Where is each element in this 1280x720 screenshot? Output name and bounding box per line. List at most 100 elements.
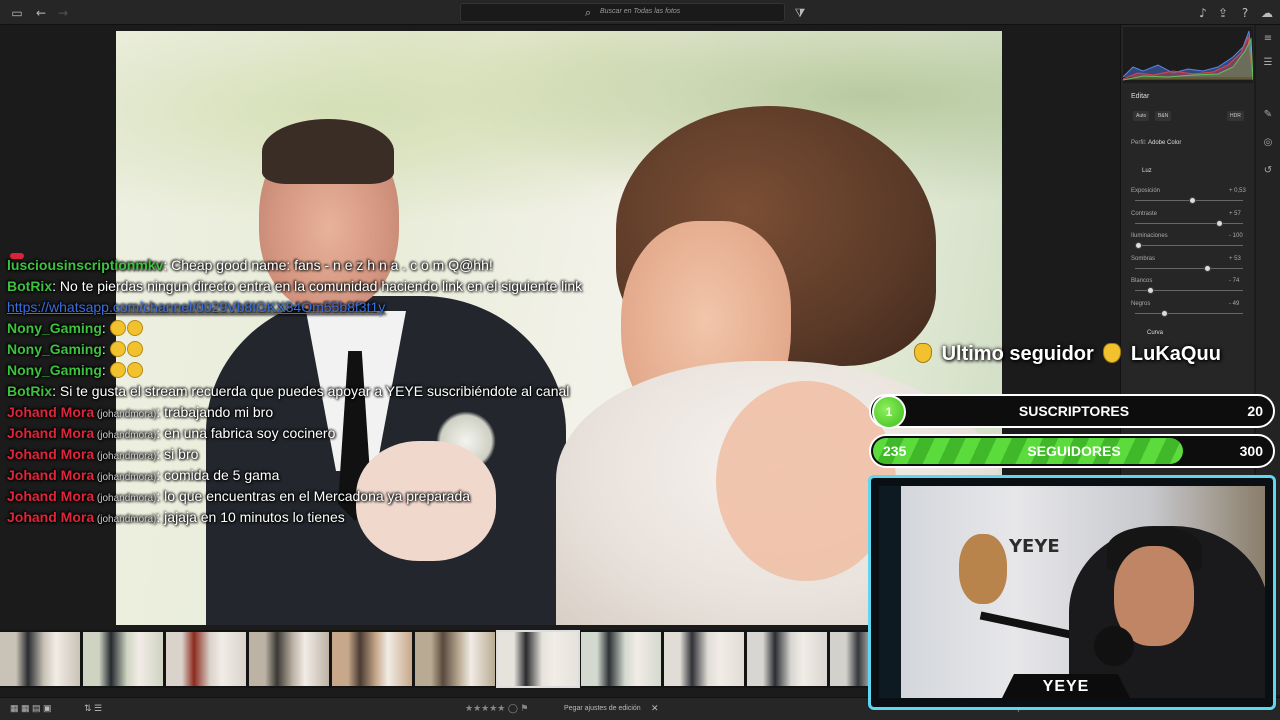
chat-text: : si bro xyxy=(156,446,199,462)
slider-value[interactable]: - 49 xyxy=(1229,301,1239,307)
chat-handle: (johandmora) xyxy=(94,514,157,525)
chat-text: : jajaja en 10 minutos lo tienes xyxy=(156,509,345,525)
chat-username[interactable]: Nony_Gaming xyxy=(7,320,102,336)
subscribers-goal: 20 xyxy=(1247,403,1263,419)
slider-handle[interactable] xyxy=(1135,242,1142,249)
search-placeholder: Buscar en Todas las fotos xyxy=(600,8,681,15)
notifications-icon[interactable]: ♪ xyxy=(1196,6,1210,20)
subscribers-label: SUSCRIPTORES xyxy=(1018,403,1130,419)
chat-username[interactable]: Johand Mora xyxy=(7,446,94,462)
curve-section-header[interactable]: Curva xyxy=(1147,330,1163,336)
chat-message: Johand Mora (johandmora): lo que encuent… xyxy=(7,486,657,507)
filter-icon[interactable]: ⧩ xyxy=(793,6,807,20)
slider-value[interactable]: - 100 xyxy=(1229,233,1243,239)
emote-icon xyxy=(109,320,126,336)
subscribers-count-badge: 1 xyxy=(872,395,906,429)
edit-icon[interactable]: ≡ xyxy=(1262,33,1274,45)
slider-value[interactable]: + 0,53 xyxy=(1229,188,1246,194)
chat-separator: : xyxy=(101,320,110,336)
forward-arrow-icon[interactable]: → xyxy=(56,6,70,20)
chat-username[interactable]: Johand Mora xyxy=(7,488,94,504)
hdr-button[interactable]: HDR xyxy=(1227,111,1244,121)
light-section-header[interactable]: Luz xyxy=(1142,168,1152,174)
slider-handle[interactable] xyxy=(1147,287,1155,294)
paste-settings-button[interactable]: Pegar ajustes de edición xyxy=(564,705,641,712)
slider-handle[interactable] xyxy=(1189,197,1197,204)
bw-button[interactable]: B&N xyxy=(1155,111,1172,121)
filmstrip-thumbnail[interactable] xyxy=(830,632,870,686)
chat-message: lusciousinscriptionmkv: Cheap good name:… xyxy=(7,255,657,276)
search-icon: ⌕ xyxy=(585,6,592,19)
streamer-nameplate: YEYE xyxy=(1001,674,1131,700)
chat-username[interactable]: Johand Mora xyxy=(7,404,94,420)
rating-stars[interactable]: ★★★★★ ◯ ⚑ xyxy=(465,703,528,714)
filmstrip-thumbnail[interactable] xyxy=(581,632,661,686)
adjustment-slider[interactable] xyxy=(1135,287,1243,294)
chat-username[interactable]: BotRix xyxy=(7,383,52,399)
adjustment-slider[interactable] xyxy=(1135,242,1243,249)
masking-icon[interactable]: ◎ xyxy=(1262,137,1274,149)
sort-icon[interactable]: ⇅ ☰ xyxy=(84,703,102,714)
filmstrip-thumbnail[interactable] xyxy=(0,632,80,686)
slider-value[interactable]: - 74 xyxy=(1229,278,1239,284)
filmstrip-thumbnail[interactable] xyxy=(664,632,744,686)
adjustment-slider[interactable] xyxy=(1135,219,1243,227)
adjustment-slider[interactable] xyxy=(1135,309,1243,317)
chat-username[interactable]: Johand Mora xyxy=(7,509,94,525)
slider-value[interactable]: + 53 xyxy=(1229,256,1241,262)
share-icon[interactable]: ⇪ xyxy=(1216,6,1230,20)
histogram xyxy=(1123,27,1253,83)
teddy-bear xyxy=(959,534,1007,604)
filmstrip xyxy=(0,630,870,688)
filmstrip-thumbnail[interactable] xyxy=(747,632,827,686)
filmstrip-thumbnail[interactable] xyxy=(83,632,163,686)
poster-text: YEYE xyxy=(1009,536,1060,557)
adjustment-slider[interactable] xyxy=(1135,197,1243,204)
sliders-icon[interactable]: ☰ xyxy=(1262,57,1274,69)
chat-username[interactable]: Johand Mora xyxy=(7,425,94,441)
auto-button[interactable]: Auto xyxy=(1133,111,1150,121)
slider-handle[interactable] xyxy=(1161,309,1168,317)
help-icon[interactable]: ? xyxy=(1238,6,1252,20)
chat-username[interactable]: lusciousinscriptionmkv xyxy=(7,257,163,273)
stream-chat-overlay: lusciousinscriptionmkv: Cheap good name:… xyxy=(7,255,657,528)
slider-label: Blancos xyxy=(1131,278,1153,284)
chat-handle: (johandmora) xyxy=(94,493,157,504)
chat-text: : trabajando mi bro xyxy=(156,404,274,420)
chat-username[interactable]: Nony_Gaming xyxy=(7,341,102,357)
chat-username[interactable]: Johand Mora xyxy=(7,467,94,483)
webcam-feed: YEYE xyxy=(879,486,1265,698)
chat-link[interactable]: https://whatsapp.com/channel/0029Vb8IGKX… xyxy=(7,299,385,315)
slider-handle[interactable] xyxy=(1216,219,1224,227)
emote-icon xyxy=(126,320,143,336)
filmstrip-thumbnail[interactable] xyxy=(332,632,412,686)
back-arrow-icon[interactable]: ← xyxy=(34,6,48,20)
profile-select[interactable]: Adobe Color xyxy=(1148,140,1181,146)
history-icon[interactable]: ↺ xyxy=(1262,165,1274,177)
panel-toggle-icon[interactable]: ▭ xyxy=(10,6,24,20)
cloud-icon[interactable]: ☁ xyxy=(1260,6,1274,20)
search-box[interactable]: ⌕ Buscar en Todas las fotos xyxy=(460,3,785,22)
close-icon[interactable]: ✕ xyxy=(651,703,659,714)
filmstrip-thumbnail[interactable] xyxy=(415,632,495,686)
chat-handle: (johandmora) xyxy=(94,409,157,420)
chat-separator: : xyxy=(101,341,110,357)
rock-hand-icon xyxy=(914,343,932,363)
chat-text: : lo que encuentras en el Mercadona ya p… xyxy=(156,488,471,504)
healing-icon[interactable]: ✎ xyxy=(1262,109,1274,121)
followers-goal: 300 xyxy=(1239,443,1263,459)
filmstrip-thumbnail[interactable] xyxy=(166,632,246,686)
grid-view-icon[interactable]: ▦ ▦ ▤ ▣ xyxy=(10,703,52,714)
followers-goal-bar: 235 SEGUIDORES 300 xyxy=(869,434,1275,468)
filmstrip-thumbnail[interactable] xyxy=(496,630,580,688)
webcam-side-bar xyxy=(879,486,901,698)
slider-value[interactable]: + 57 xyxy=(1229,211,1241,217)
filmstrip-thumbnail[interactable] xyxy=(249,632,329,686)
adjustment-slider[interactable] xyxy=(1135,264,1243,272)
subscribers-goal-bar: SUSCRIPTORES 20 xyxy=(869,394,1275,428)
chat-text: : Si te gusta el stream recuerda que pue… xyxy=(52,383,570,399)
chat-username[interactable]: BotRix xyxy=(7,278,52,294)
webcam-frame: YEYE YEYE xyxy=(868,475,1276,710)
chat-username[interactable]: Nony_Gaming xyxy=(7,362,102,378)
slider-handle[interactable] xyxy=(1203,264,1211,272)
